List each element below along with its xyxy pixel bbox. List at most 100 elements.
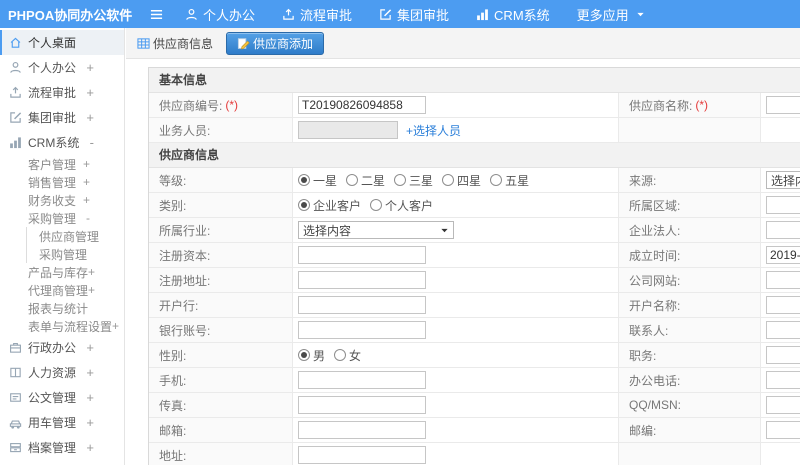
- expand-toggle[interactable]: +: [86, 341, 94, 354]
- expand-toggle[interactable]: +: [112, 319, 119, 333]
- sidebar-item-reports-stats[interactable]: 报表与统计: [0, 299, 124, 317]
- account-name-value-cell: [761, 293, 800, 317]
- expand-toggle[interactable]: +: [88, 265, 95, 279]
- sidebar-item-purchasing-mgmt[interactable]: 采购管理: [27, 245, 124, 263]
- email-input[interactable]: [298, 421, 426, 439]
- supplier-code-value-cell: [293, 93, 619, 117]
- category-radio-1[interactable]: 个人客户: [370, 197, 433, 214]
- registered-capital-input[interactable]: [298, 246, 426, 264]
- level-radio-3[interactable]: 四星: [442, 172, 481, 189]
- established-date-input[interactable]: [766, 246, 800, 264]
- company-website-input[interactable]: [766, 271, 800, 289]
- sidebar-item-personal-office[interactable]: 个人办公 +: [0, 55, 124, 80]
- sidebar-item-workflow-approval[interactable]: 流程审批 +: [0, 80, 124, 105]
- nav-item-workflow-approval[interactable]: 流程审批: [282, 5, 352, 24]
- region-input[interactable]: [766, 196, 800, 214]
- sidebar-item-vehicle-mgmt[interactable]: 用车管理 +: [0, 410, 124, 435]
- industry-select[interactable]: 选择内容: [298, 221, 454, 239]
- tab-strip: 供应商信息 供应商添加: [126, 28, 800, 59]
- sidebar-item-product-inventory[interactable]: 产品与库存 +: [0, 263, 124, 281]
- expand-toggle[interactable]: +: [86, 111, 94, 124]
- sidebar-item-archive-mgmt[interactable]: 档案管理 +: [0, 435, 124, 460]
- address-input[interactable]: [298, 446, 426, 464]
- empty-label-cell: [619, 443, 761, 465]
- level-radio-0[interactable]: 一星: [298, 172, 337, 189]
- registered-capital-value-cell: [293, 243, 619, 267]
- sidebar-item-admin-office[interactable]: 行政办公 +: [0, 335, 124, 360]
- registered-address-input[interactable]: [298, 271, 426, 289]
- sidebar-item-finance-mgmt[interactable]: 财务收支 +: [0, 191, 124, 209]
- expand-toggle[interactable]: +: [86, 61, 94, 74]
- bank-branch-input[interactable]: [298, 296, 426, 314]
- expand-toggle[interactable]: +: [86, 366, 94, 379]
- sidebar-item-sales-mgmt[interactable]: 销售管理 +: [0, 173, 124, 191]
- level-label-cell: 等级:: [149, 168, 293, 192]
- expand-toggle[interactable]: +: [83, 157, 90, 171]
- tab-supplier-info[interactable]: 供应商信息: [133, 33, 217, 54]
- menu-icon[interactable]: [150, 8, 163, 21]
- sidebar-item-purchase-mgmt[interactable]: 采购管理 -: [0, 209, 124, 227]
- legal-person-input[interactable]: [766, 221, 800, 239]
- account-name-input[interactable]: [766, 296, 800, 314]
- gender-radio-1[interactable]: 女: [334, 347, 361, 364]
- zip-code-input[interactable]: [766, 421, 800, 439]
- radio-circle-icon: [346, 174, 359, 186]
- registered-address-value-cell: [293, 268, 619, 292]
- expand-toggle[interactable]: +: [83, 193, 90, 207]
- expand-toggle[interactable]: +: [86, 441, 94, 454]
- mobile-label-cell: 手机:: [149, 368, 293, 392]
- radio-label: 三星: [409, 173, 434, 188]
- bank-account-input[interactable]: [298, 321, 426, 339]
- expand-toggle[interactable]: +: [86, 86, 94, 99]
- sidebar-item-label: 人力资源: [28, 366, 77, 380]
- gender-radio-0[interactable]: 男: [298, 347, 325, 364]
- supplier-name-input[interactable]: [766, 96, 800, 114]
- bank-branch-label-cell: 开户行:: [149, 293, 293, 317]
- level-radio-1[interactable]: 二星: [346, 172, 385, 189]
- business-person-input[interactable]: [298, 121, 398, 139]
- sidebar-item-agent-mgmt[interactable]: 代理商管理 +: [0, 281, 124, 299]
- sidebar-item-crm-system[interactable]: CRM系统 -: [0, 130, 124, 155]
- level-radio-4[interactable]: 五星: [490, 172, 529, 189]
- nav-item-group-approval[interactable]: 集团审批: [379, 5, 449, 24]
- nav-item-personal-office[interactable]: 个人办公: [185, 5, 255, 24]
- form-row: 邮箱: 邮编:: [149, 418, 800, 443]
- industry-value-cell: 选择内容: [293, 218, 619, 242]
- source-select[interactable]: 选择内容: [766, 171, 800, 189]
- supplier-code-input[interactable]: [298, 96, 426, 114]
- expand-toggle[interactable]: +: [86, 416, 94, 429]
- qq-msn-input[interactable]: [766, 396, 800, 414]
- office-phone-value-cell: [761, 368, 800, 392]
- radio-label: 男: [313, 348, 326, 363]
- expand-toggle[interactable]: -: [90, 136, 94, 149]
- expand-toggle[interactable]: +: [86, 391, 94, 404]
- sidebar-item-human-resources[interactable]: 人力资源 +: [0, 360, 124, 385]
- category-radio-0[interactable]: 企业客户: [298, 197, 361, 214]
- nav-item-crm-system[interactable]: CRM系统: [476, 5, 550, 24]
- nav-item-more-apps[interactable]: 更多应用: [577, 5, 650, 24]
- sidebar-item-supplier-mgmt[interactable]: 供应商管理: [27, 227, 124, 245]
- contact-person-input[interactable]: [766, 321, 800, 339]
- bank-branch-label: 开户行:: [159, 298, 199, 313]
- fax-input[interactable]: [298, 396, 426, 414]
- select-person-link[interactable]: +选择人员: [406, 122, 461, 139]
- mobile-input[interactable]: [298, 371, 426, 389]
- sidebar-item-label: 个人办公: [28, 61, 77, 75]
- office-phone-input[interactable]: [766, 371, 800, 389]
- sidebar-item-personal-desktop[interactable]: 个人桌面: [0, 30, 124, 55]
- gender-label: 性别:: [159, 348, 187, 363]
- expand-toggle[interactable]: -: [86, 211, 90, 225]
- source-label: 来源:: [629, 173, 657, 188]
- sidebar-item-document-mgmt[interactable]: 公文管理 +: [0, 385, 124, 410]
- required-mark: (*): [695, 98, 709, 112]
- tab-supplier-add[interactable]: 供应商添加: [226, 31, 325, 55]
- sidebar-item-group-approval[interactable]: 集团审批 +: [0, 105, 124, 130]
- expand-toggle[interactable]: +: [83, 175, 90, 189]
- expand-toggle[interactable]: +: [88, 283, 95, 297]
- sidebar-item-customer-mgmt[interactable]: 客户管理 +: [0, 155, 124, 173]
- qq-msn-label: QQ/MSN:: [629, 398, 682, 412]
- sidebar-item-label: 代理商管理: [28, 283, 89, 298]
- position-input[interactable]: [766, 346, 800, 364]
- level-radio-2[interactable]: 三星: [394, 172, 433, 189]
- sidebar-item-form-workflow-settings[interactable]: 表单与流程设置 +: [0, 317, 124, 335]
